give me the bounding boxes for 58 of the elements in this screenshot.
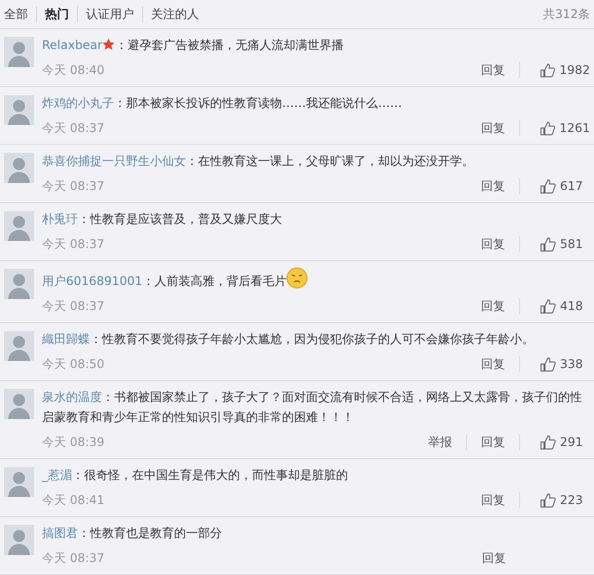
avatar-icon[interactable] — [4, 269, 34, 299]
reply-link[interactable]: 回复 — [467, 298, 519, 314]
comment-text: 泉水的温度：书都被国家禁止了，孩子大了？面对面交流有时候不合适，网络上又太露骨，孩子们的性启蒙教育和青少年正常的性知识引导真的非常的困难！！！ — [42, 389, 583, 426]
reply-link[interactable]: 回复 — [468, 550, 520, 566]
like-button[interactable]: 1261 — [540, 120, 590, 136]
avatar-icon[interactable] — [4, 95, 34, 125]
filter-tab[interactable]: 全部 — [4, 6, 36, 22]
comment-time: 今天 08:37 — [42, 178, 104, 194]
avatar-icon[interactable] — [4, 331, 34, 361]
comment-text: Relaxbear ：避孕套广告被禁播，无痛人流却满世界播 — [42, 37, 344, 54]
comment-text: 搞图君：性教育也是教育的一部分 — [42, 525, 223, 542]
comment-text: 用户6016891001：人前装高雅，背后看毛片 — [42, 267, 590, 291]
reply-link[interactable]: 回复 — [467, 434, 519, 450]
comment-time: 今天 08:50 — [42, 356, 104, 372]
thumbs-up-icon — [540, 434, 556, 450]
comment-time: 今天 08:37 — [42, 236, 104, 252]
reply-link[interactable]: 回复 — [467, 356, 519, 372]
comment-text: _惹湄：很奇怪，在中国生育是伟大的，而性事却是脏脏的 — [42, 467, 349, 484]
like-button[interactable]: 1982 — [540, 62, 590, 78]
like-button[interactable]: 338 — [540, 356, 590, 372]
comment-time: 今天 08:37 — [42, 550, 104, 566]
comment-count: 共312条 — [543, 6, 590, 22]
filter-tab[interactable]: 认证用户 — [77, 6, 142, 22]
comment-time: 今天 08:41 — [42, 492, 104, 508]
avatar-icon[interactable] — [4, 467, 34, 497]
thumbs-up-icon — [540, 236, 556, 252]
like-button[interactable]: 617 — [540, 178, 590, 194]
comment-time: 今天 08:39 — [42, 434, 104, 450]
filter-tab[interactable]: 关注的人 — [142, 6, 207, 22]
like-button[interactable]: 581 — [540, 236, 590, 252]
thumbs-up-icon — [540, 62, 556, 78]
thumbs-up-icon — [540, 120, 556, 136]
comment-text: 織田歸蝶：性教育不要觉得孩子年龄小太尴尬，因为侵犯你孩子的人可不会嫌你孩子年龄小。 — [42, 331, 535, 348]
reply-link[interactable]: 回复 — [467, 178, 519, 194]
avatar-icon[interactable] — [4, 153, 34, 183]
thumbs-up-icon — [540, 492, 556, 508]
reply-link[interactable]: 回复 — [467, 492, 519, 508]
thumbs-up-icon — [540, 298, 556, 314]
avatar-icon[interactable] — [4, 211, 34, 241]
comment-time: 今天 08:37 — [42, 298, 104, 314]
like-button[interactable]: 418 — [540, 298, 590, 314]
comment-text: 炸鸡的小丸子：那本被家长投诉的性教育读物……我还能说什么…… — [42, 95, 403, 112]
like-button[interactable]: 291 — [540, 434, 590, 450]
avatar-icon[interactable] — [4, 525, 34, 555]
reply-link[interactable]: 回复 — [467, 120, 519, 136]
thumbs-up-icon — [540, 356, 556, 372]
comment-time: 今天 08:40 — [42, 62, 104, 78]
avatar-icon[interactable] — [4, 389, 34, 419]
like-button[interactable]: 223 — [540, 492, 590, 508]
thumbs-up-icon — [540, 178, 556, 194]
filter-tab[interactable]: 热门 — [36, 6, 77, 22]
comment-time: 今天 08:37 — [42, 120, 104, 136]
comment-text: 朴兎玗：性教育是应该普及，普及又嫌尺度大 — [42, 211, 283, 228]
reply-link[interactable]: 回复 — [467, 236, 519, 252]
report-link[interactable]: 举报 — [414, 434, 466, 450]
avatar-icon[interactable] — [4, 37, 34, 67]
comment-text: 恭喜你捕捉一只野生小仙女：在性教育这一课上，父母旷课了，却以为还没开学。 — [42, 153, 475, 170]
reply-link[interactable]: 回复 — [467, 62, 519, 78]
